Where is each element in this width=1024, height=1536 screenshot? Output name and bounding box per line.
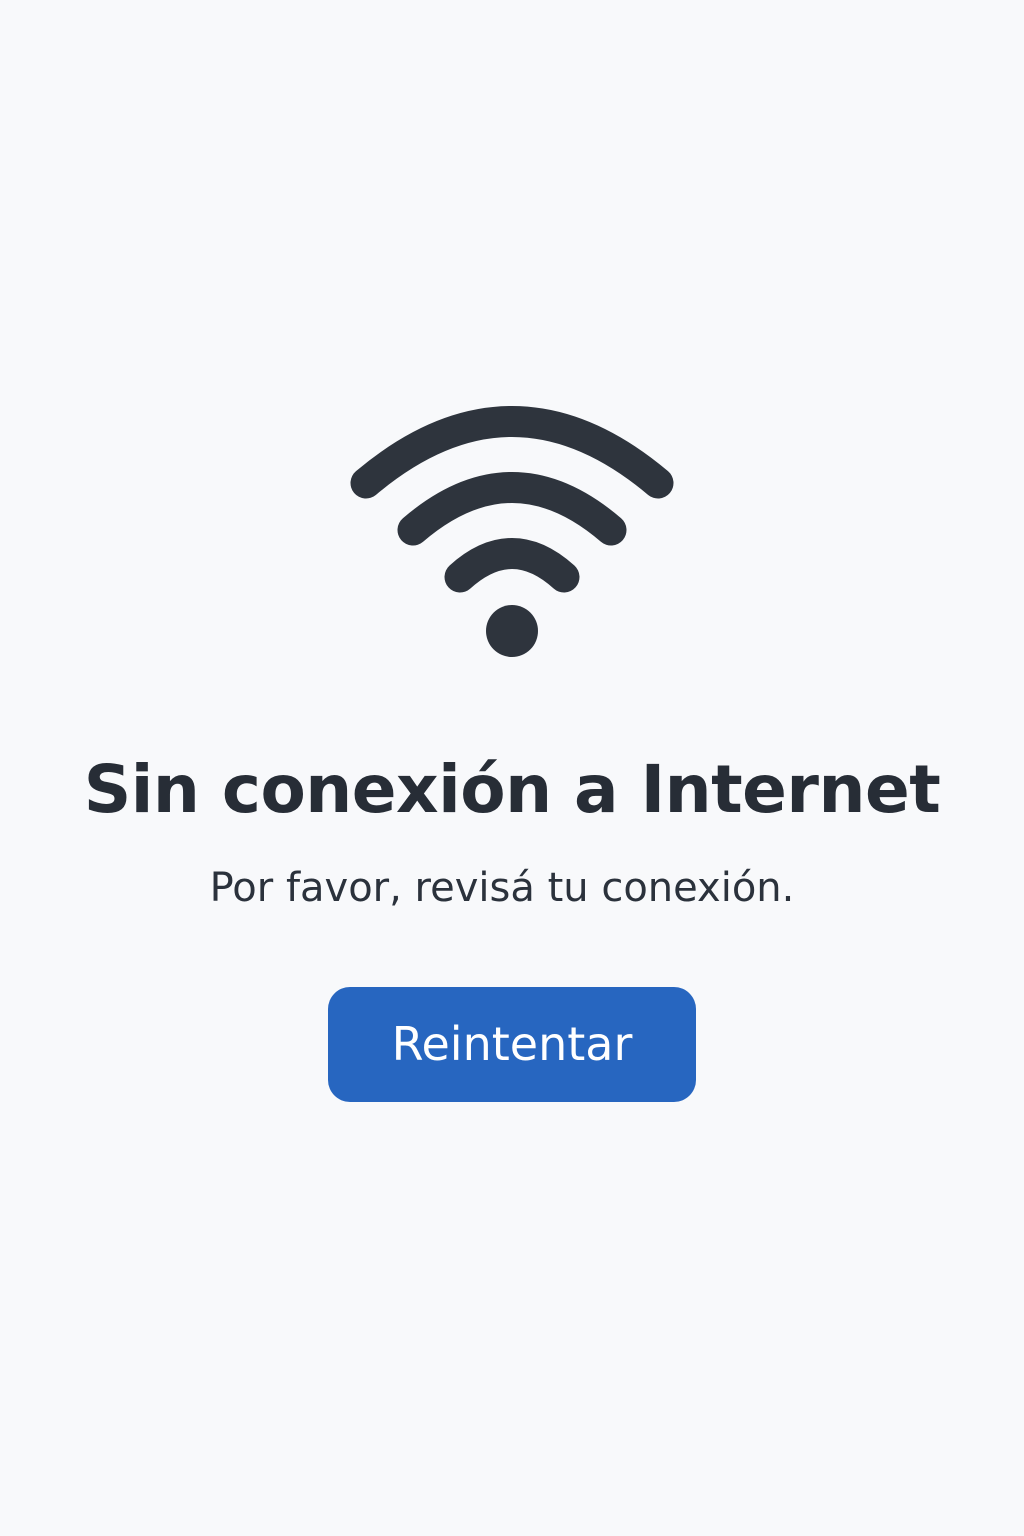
wifi-icon xyxy=(350,406,674,657)
wifi-arc-inner xyxy=(444,538,580,593)
retry-button[interactable]: Reintentar xyxy=(328,987,696,1102)
wifi-arc-middle xyxy=(397,472,627,546)
page-title: Sin conexión a Internet xyxy=(83,751,941,828)
offline-screen: Sin conexión a Internet Por favor, revis… xyxy=(0,0,1024,1536)
wifi-dot xyxy=(486,605,538,657)
page-subtitle: Por favor, revisá tu conexión. xyxy=(209,865,795,911)
